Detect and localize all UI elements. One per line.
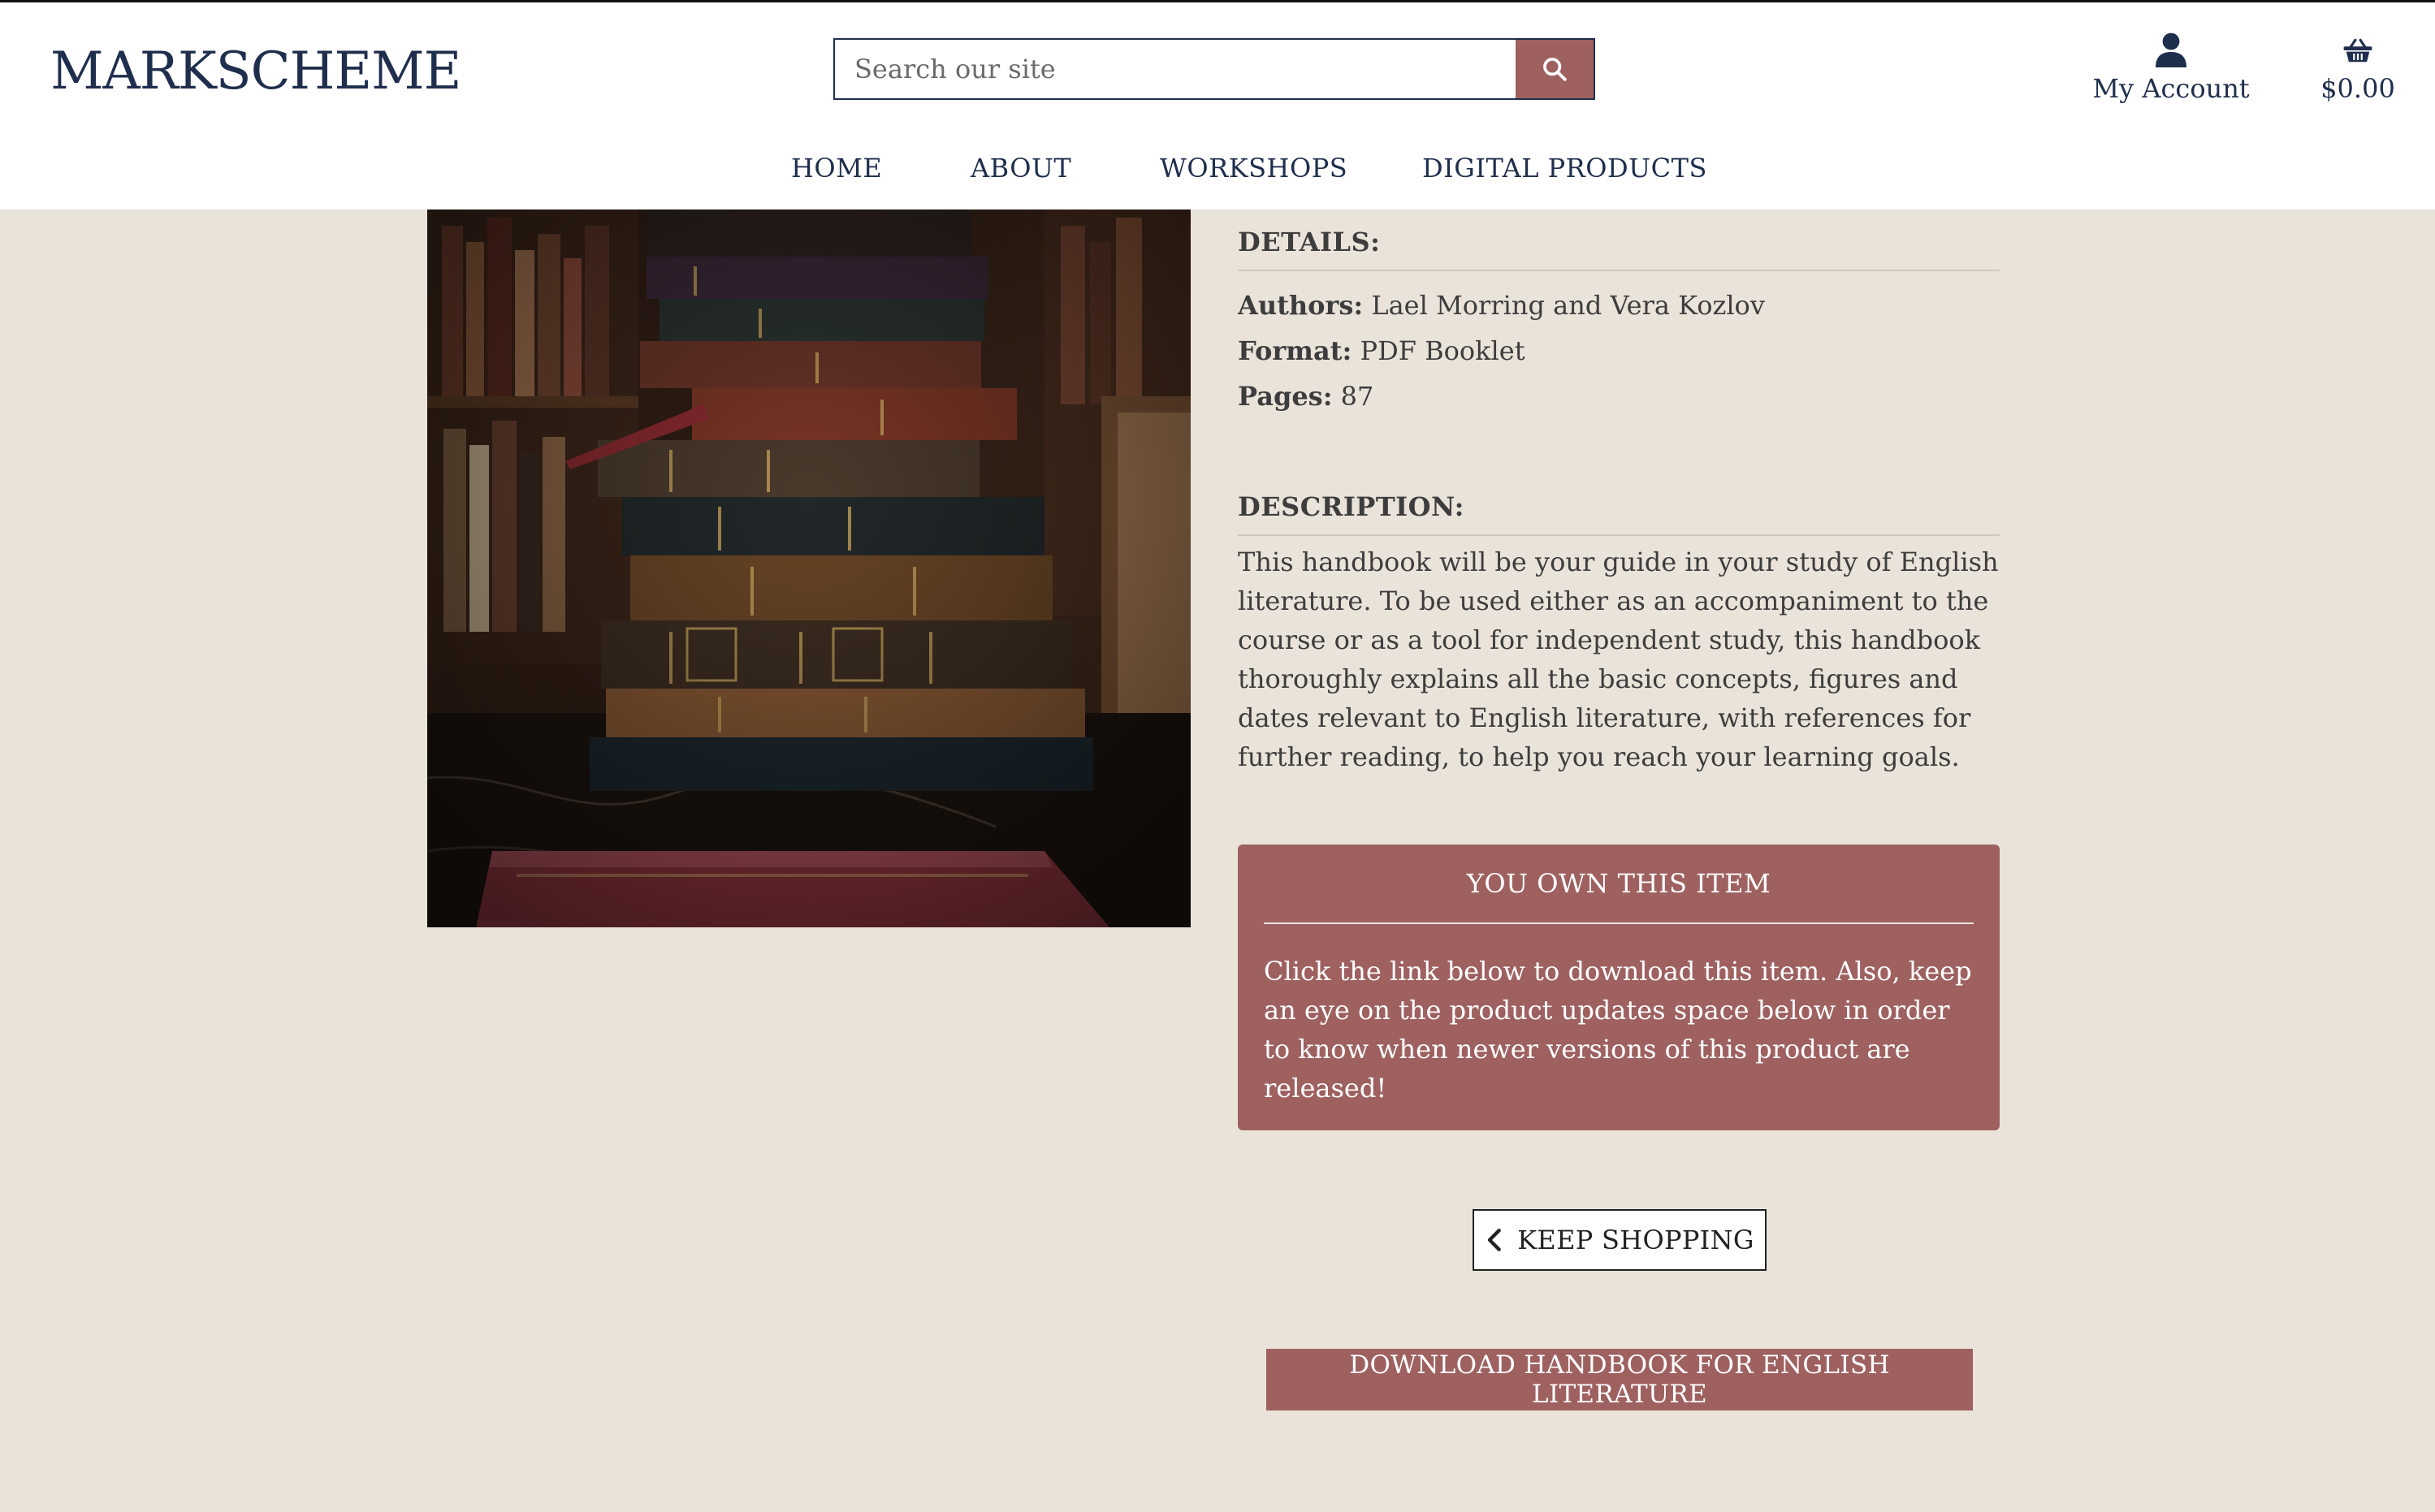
pages-label: Pages:	[1238, 381, 1333, 412]
description-text: This handbook will be your guide in your…	[1238, 546, 1999, 772]
stacked-books-illustration	[427, 210, 1191, 927]
nav-item-digital-products[interactable]: DIGITAL PRODUCTS	[1422, 145, 1707, 191]
keep-shopping-button[interactable]: KEEP SHOPPING	[1473, 1209, 1767, 1271]
main-navigation: HOME ABOUT WORKSHOPS DIGITAL PRODUCTS	[0, 145, 2435, 191]
nav-item-about[interactable]: ABOUT	[971, 145, 1071, 191]
download-handbook-button[interactable]: DOWNLOAD HANDBOOK FOR ENGLISH LITERATURE	[1266, 1349, 1973, 1410]
search-input[interactable]	[835, 40, 1517, 98]
description-heading: DESCRIPTION:	[1238, 490, 2000, 536]
format-row: Format: PDF Booklet	[1238, 328, 2000, 374]
authors-label: Authors:	[1238, 290, 1364, 321]
my-account-label: My Account	[2092, 73, 2250, 104]
product-image	[427, 210, 1191, 927]
ownership-title: YOU OWN THIS ITEM	[1264, 866, 1974, 924]
product-page: MARKSCHEME My Account	[0, 0, 2435, 1512]
authors-row: Authors: Lael Morring and Vera Kozlov	[1238, 283, 2000, 328]
authors-value: Lael Morring and Vera Kozlov	[1371, 290, 1765, 321]
format-label: Format:	[1238, 335, 1352, 366]
details-heading: DETAILS:	[1238, 226, 2000, 271]
product-details: DETAILS: Authors: Lael Morring and Vera …	[1238, 210, 2000, 776]
nav-item-workshops[interactable]: WORKSHOPS	[1160, 145, 1347, 191]
chevron-left-icon	[1488, 1229, 1502, 1251]
basket-icon	[2343, 38, 2372, 63]
site-header: MARKSCHEME My Account	[0, 0, 2435, 210]
my-account-link[interactable]: My Account	[2087, 32, 2255, 105]
ownership-notice: YOU OWN THIS ITEM Click the link below t…	[1238, 845, 2000, 1130]
pages-value: 87	[1340, 381, 1374, 412]
shopping-cart-link[interactable]: $0.00	[2305, 32, 2411, 105]
keep-shopping-label: KEEP SHOPPING	[1517, 1225, 1754, 1255]
format-value: PDF Booklet	[1360, 335, 1525, 366]
nav-item-home[interactable]: HOME	[791, 145, 882, 191]
search-icon	[1543, 58, 1567, 81]
user-icon	[2156, 32, 2186, 67]
search-form	[833, 38, 1595, 100]
site-logo[interactable]: MARKSCHEME	[50, 35, 461, 108]
pages-row: Pages: 87	[1238, 374, 2000, 419]
cart-total: $0.00	[2320, 73, 2395, 104]
search-button[interactable]	[1516, 40, 1594, 98]
ownership-message: Click the link below to download this it…	[1264, 956, 1972, 1104]
